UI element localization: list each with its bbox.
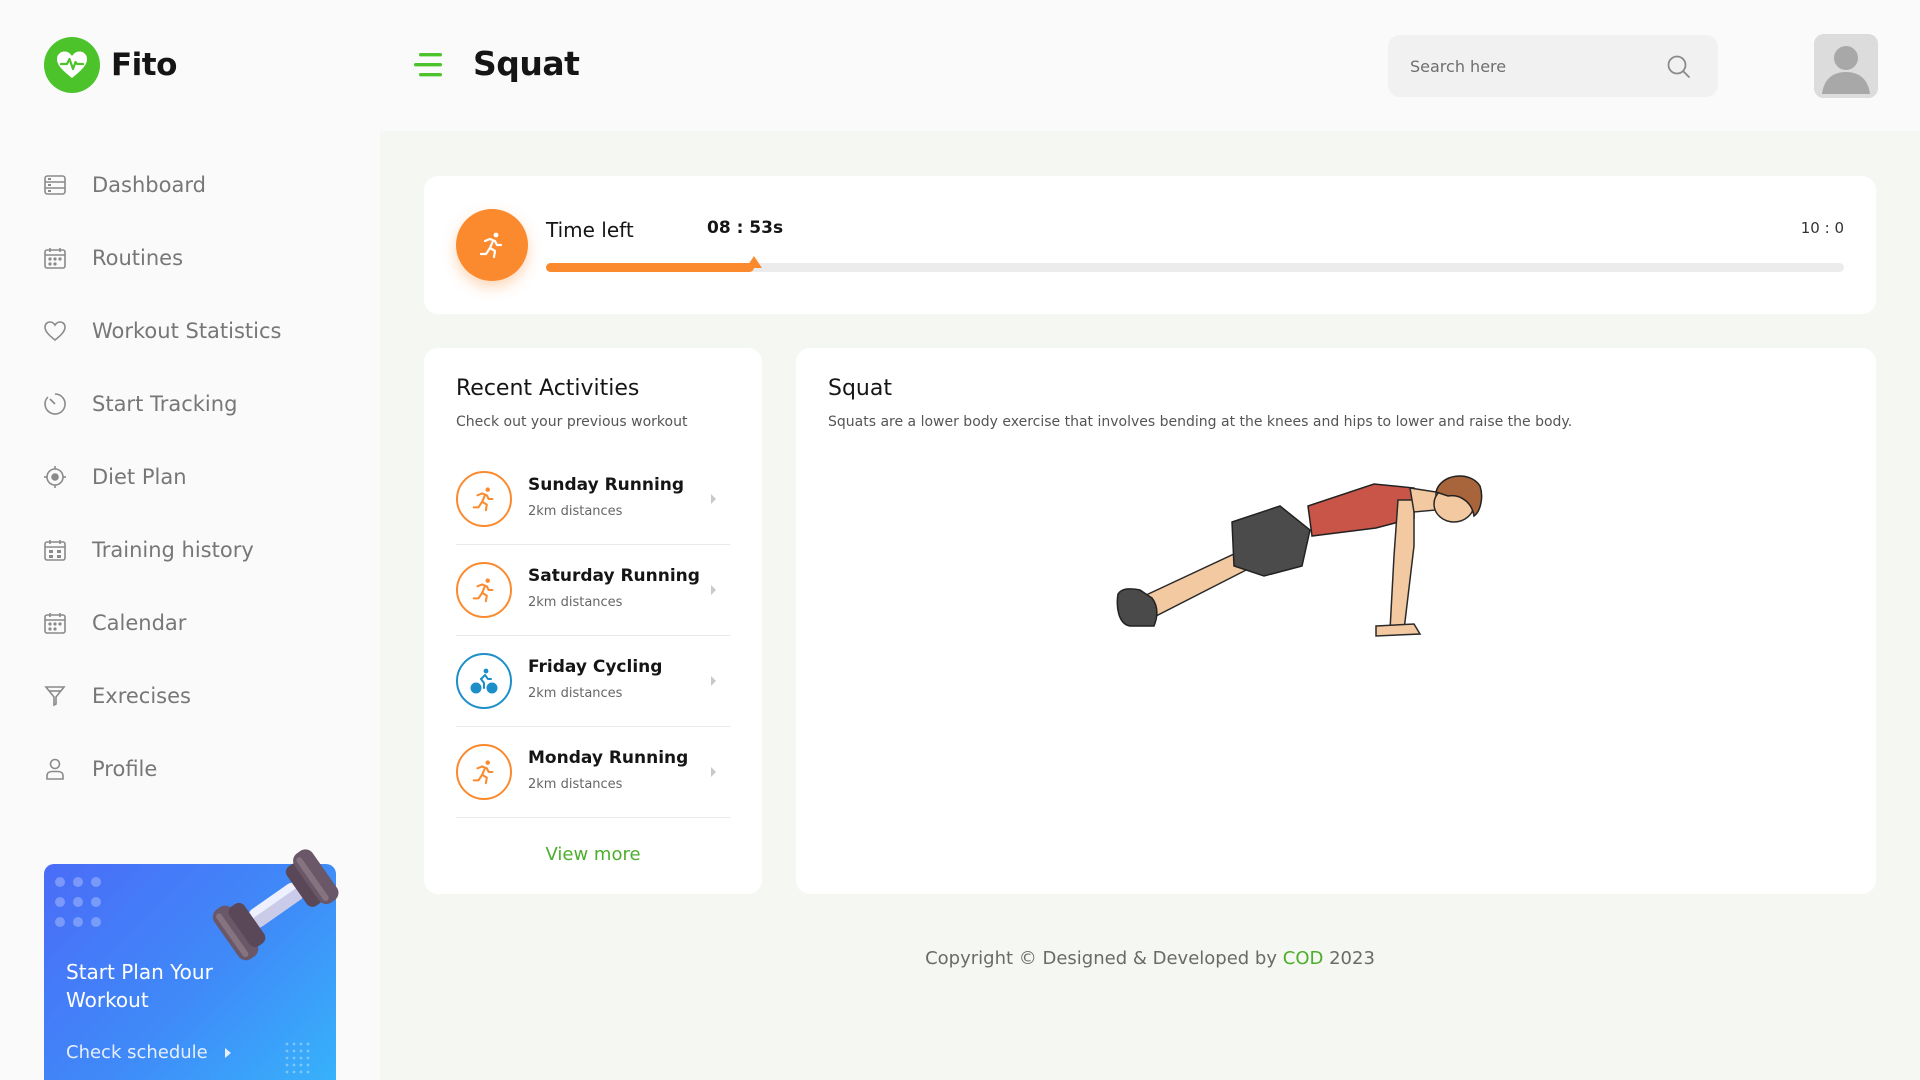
- sidebar-item-profile[interactable]: Profile: [42, 749, 157, 789]
- running-icon: [456, 471, 512, 527]
- running-icon: [456, 562, 512, 618]
- calendar-icon: [42, 610, 68, 636]
- promo-title: Start Plan Your Workout: [66, 960, 213, 1012]
- activity-item[interactable]: Monday Running 2km distances: [456, 727, 730, 818]
- exercise-description: Squats are a lower body exercise that in…: [828, 414, 1573, 430]
- activity-name: Friday Cycling: [528, 657, 663, 677]
- time-total: 10 : 0: [1800, 219, 1844, 237]
- sidebar-item-label: Profile: [92, 757, 158, 781]
- sidebar-item-label: Exrecises: [92, 684, 191, 708]
- timer-icon: [42, 391, 68, 417]
- exercise-illustration: [1114, 466, 1524, 646]
- view-more-link[interactable]: View more: [424, 844, 762, 865]
- hamburger-menu-icon[interactable]: [412, 50, 446, 80]
- sidebar-item-label: Calendar: [92, 611, 187, 635]
- top-header: Fito Squat: [0, 0, 1920, 131]
- time-progress-fill: [546, 263, 754, 272]
- copyright-year: 2023: [1329, 948, 1375, 969]
- time-left-card: Time left 08 : 53s 10 : 0: [424, 176, 1876, 314]
- app-logo[interactable]: Fito: [44, 37, 177, 93]
- sidebar-item-training-history[interactable]: Training history: [42, 530, 254, 570]
- developer-link[interactable]: COD: [1283, 948, 1324, 969]
- exercise-title: Squat: [828, 376, 892, 401]
- sidebar-item-dashboard[interactable]: Dashboard: [42, 165, 206, 205]
- check-schedule-label: Check schedule: [66, 1042, 208, 1063]
- sidebar-item-routines[interactable]: Routines: [42, 238, 183, 278]
- activity-detail: 2km distances: [528, 777, 623, 792]
- activity-item[interactable]: Saturday Running 2km distances: [456, 545, 730, 636]
- activity-detail: 2km distances: [528, 595, 623, 610]
- caret-right-icon: [224, 1047, 232, 1059]
- caret-right-icon: [710, 765, 720, 779]
- check-schedule-link[interactable]: Check schedule: [66, 1042, 232, 1063]
- app-name: Fito: [111, 47, 177, 83]
- activity-detail: 2km distances: [528, 686, 623, 701]
- sidebar-item-exercises[interactable]: Exrecises: [42, 676, 191, 716]
- time-left-value: 08 : 53s: [707, 218, 784, 238]
- sidebar-item-label: Start Tracking: [92, 392, 238, 416]
- sidebar-item-label: Dashboard: [92, 173, 206, 197]
- footer-copyright: Copyright © Designed & Developed by COD …: [424, 948, 1876, 969]
- search-icon[interactable]: [1666, 54, 1692, 80]
- heart-pulse-icon: [44, 37, 100, 93]
- calendar-grid-icon: [42, 537, 68, 563]
- dashboard-icon: [42, 172, 68, 198]
- exercise-detail-card: Squat Squats are a lower body exercise t…: [796, 348, 1876, 894]
- activity-item[interactable]: Sunday Running 2km distances: [456, 454, 730, 545]
- user-icon: [42, 756, 68, 782]
- recent-activities-subtitle: Check out your previous workout: [456, 414, 688, 430]
- user-avatar-icon[interactable]: [1814, 34, 1878, 98]
- activity-name: Saturday Running: [528, 566, 700, 586]
- caret-right-icon: [710, 492, 720, 506]
- caret-right-icon: [710, 674, 720, 688]
- calendar-icon: [42, 245, 68, 271]
- activity-name: Monday Running: [528, 748, 689, 768]
- recent-activities-card: Recent Activities Check out your previou…: [424, 348, 762, 894]
- sidebar-item-label: Routines: [92, 246, 184, 270]
- activity-detail: 2km distances: [528, 504, 623, 519]
- trophy-icon: [42, 683, 68, 709]
- sidebar-item-diet-plan[interactable]: Diet Plan: [42, 457, 187, 497]
- sidebar-item-workout-statistics[interactable]: Workout Statistics: [42, 311, 282, 351]
- time-left-label: Time left: [546, 218, 634, 242]
- sidebar-item-calendar[interactable]: Calendar: [42, 603, 186, 643]
- time-progress-track: [546, 256, 1844, 272]
- running-icon: [456, 209, 528, 281]
- activity-name: Sunday Running: [528, 475, 685, 495]
- recent-activities-title: Recent Activities: [456, 376, 640, 401]
- activity-item[interactable]: Friday Cycling 2km distances: [456, 636, 730, 727]
- target-icon: [42, 464, 68, 490]
- dumbbell-icon: [194, 836, 354, 976]
- sidebar-item-label: Workout Statistics: [92, 319, 282, 343]
- search-input[interactable]: [1410, 56, 1650, 76]
- sidebar-item-label: Training history: [92, 538, 254, 562]
- page-title: Squat: [473, 44, 580, 83]
- caret-right-icon: [710, 583, 720, 597]
- running-icon: [456, 744, 512, 800]
- heart-icon: [42, 318, 68, 344]
- copyright-prefix: Copyright © Designed & Developed by: [925, 948, 1278, 969]
- dots-decoration: [284, 1041, 312, 1080]
- dots-decoration: [52, 874, 112, 939]
- sidebar-item-label: Diet Plan: [92, 465, 187, 489]
- sidebar-item-start-tracking[interactable]: Start Tracking: [42, 384, 237, 424]
- progress-handle[interactable]: [745, 256, 762, 270]
- workout-plan-promo: Start Plan Your Workout Check schedule: [44, 849, 339, 1080]
- search-box: [1388, 35, 1718, 97]
- cycling-icon: [456, 653, 512, 709]
